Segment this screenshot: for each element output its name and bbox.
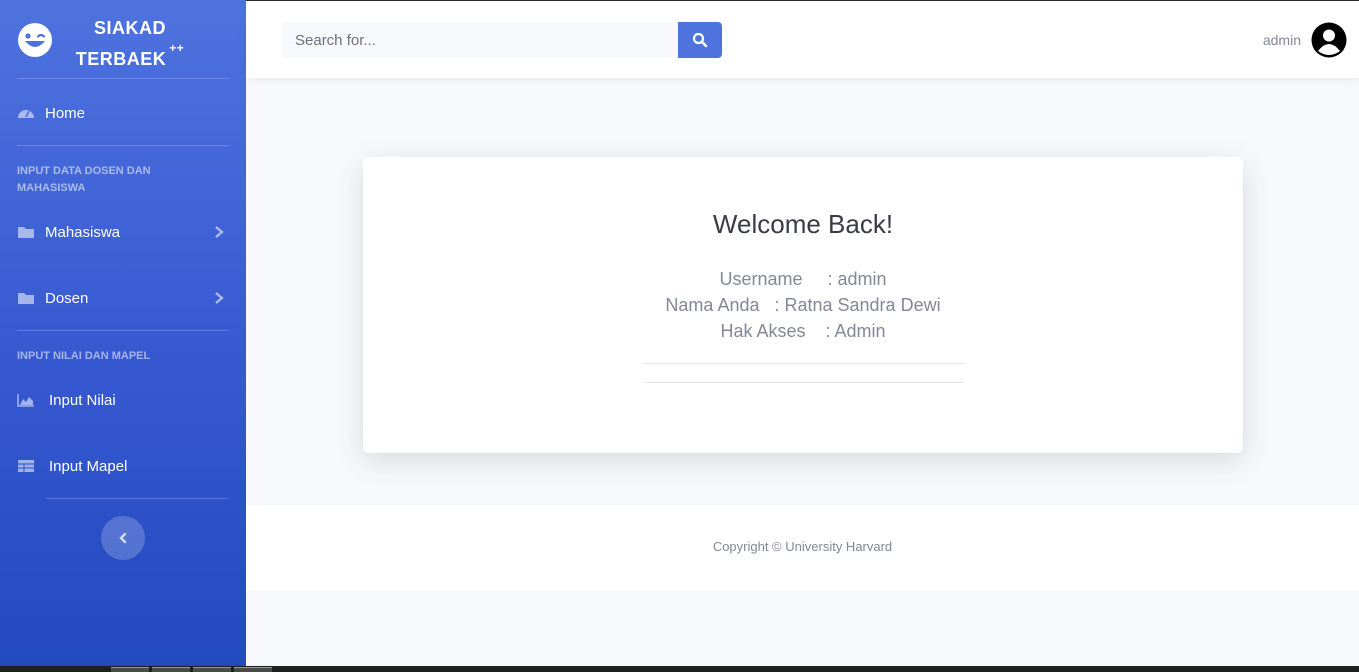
chart-area-icon: [17, 394, 34, 407]
search-input[interactable]: [282, 22, 678, 58]
sidebar-item-mahasiswa[interactable]: Mahasiswa: [17, 217, 229, 247]
sidebar-item-label: Dosen: [45, 289, 89, 307]
folder-icon: [18, 227, 34, 238]
brand-name: SIAKAD TERBAEK++: [70, 15, 190, 72]
sidebar-heading-input-nilai: INPUT NILAI DAN MAPEL: [17, 350, 151, 362]
brand-line2: TERBAEK: [75, 49, 167, 69]
user-name: admin: [1262, 32, 1301, 48]
sidebar-brand[interactable]: SIAKAD TERBAEK++: [0, 0, 246, 78]
sidebar: SIAKAD TERBAEK++ Home INPUT DATA DOSEN D…: [0, 0, 246, 672]
chevron-right-icon: [215, 292, 224, 304]
sidebar-item-input-mapel[interactable]: Input Mapel: [17, 451, 229, 481]
card-divider: [643, 363, 964, 364]
sidebar-item-label: Home: [45, 104, 86, 122]
hak-akses-line: Hak Akses : Admin: [720, 321, 886, 341]
card-divider: [643, 382, 964, 383]
taskbar-button[interactable]: [234, 667, 272, 672]
user-dropdown[interactable]: admin: [1263, 21, 1347, 59]
search-icon: [692, 32, 708, 48]
search-button[interactable]: [678, 22, 722, 58]
username-line: Username : admin: [719, 269, 887, 289]
welcome-card: Welcome Back! Username : admin Nama Anda…: [363, 157, 1243, 453]
footer: Copyright © University Harvard: [246, 505, 1359, 590]
sidebar-item-home[interactable]: Home: [17, 98, 229, 128]
sidebar-divider: [46, 498, 229, 499]
chevron-right-icon: [215, 226, 224, 238]
grin-wink-icon: [18, 23, 52, 57]
folder-icon: [18, 293, 34, 304]
sidebar-heading-input-data: INPUT DATA DOSEN DAN MAHASISWA: [17, 165, 151, 194]
taskbar-button[interactable]: [152, 667, 190, 672]
taskbar-button[interactable]: [111, 667, 149, 672]
table-icon: [18, 460, 34, 472]
sidebar-toggle-button[interactable]: [101, 516, 145, 560]
topbar: admin: [246, 0, 1359, 78]
welcome-title: Welcome Back!: [712, 209, 894, 239]
chevron-left-icon: [119, 532, 127, 544]
sidebar-item-label: Mahasiswa: [45, 223, 121, 241]
sidebar-item-dosen[interactable]: Dosen: [17, 283, 229, 313]
sidebar-divider: [17, 145, 229, 146]
sidebar-item-label: Input Mapel: [49, 457, 128, 475]
user-circle-icon: [1311, 22, 1347, 58]
nama-line: Nama Anda : Ratna Sandra Dewi: [665, 295, 941, 315]
brand-line1: SIAKAD: [93, 18, 166, 38]
copyright-text: Copyright © University Harvard: [712, 539, 893, 554]
taskbar-button[interactable]: [193, 667, 231, 672]
tachometer-icon: [18, 110, 34, 118]
brand-sup: ++: [169, 41, 185, 55]
search-form: [282, 22, 722, 58]
sidebar-item-label: Input Nilai: [49, 391, 116, 409]
sidebar-item-input-nilai[interactable]: Input Nilai: [17, 385, 229, 415]
sidebar-divider: [17, 78, 229, 79]
sidebar-divider: [17, 330, 229, 331]
